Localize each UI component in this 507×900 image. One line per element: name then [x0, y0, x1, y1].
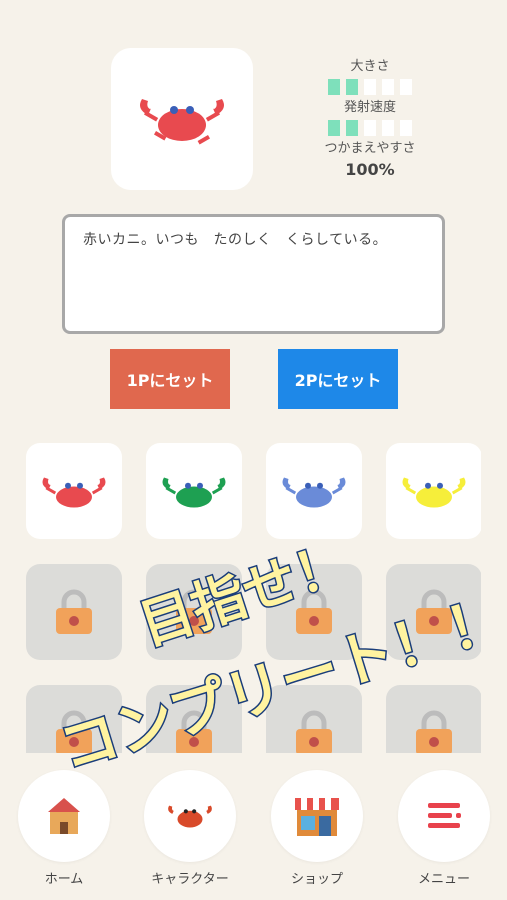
character-preview — [111, 48, 253, 190]
lock-icon — [416, 589, 452, 634]
locked-character-slot[interactable] — [146, 685, 242, 753]
lock-icon — [296, 710, 332, 753]
catch-label: つかまえやすさ — [324, 141, 416, 156]
blue-crab-icon — [282, 477, 346, 508]
locked-character-slot[interactable] — [266, 685, 362, 753]
locked-character-slot[interactable] — [386, 685, 481, 753]
set-2p-button[interactable]: 2Pにセット — [278, 349, 398, 409]
lock-icon — [176, 589, 212, 634]
nav-home-label: ホーム — [44, 872, 84, 887]
shop-icon — [295, 798, 339, 836]
nav-menu-label: メニュー — [417, 872, 470, 887]
character-grid — [26, 443, 481, 753]
yellow-crab-icon — [402, 477, 466, 508]
nav-menu[interactable]: メニュー — [398, 770, 490, 887]
yellow-crab-slot[interactable] — [386, 443, 481, 539]
locked-character-slot[interactable] — [26, 685, 122, 753]
red-crab-slot[interactable] — [26, 443, 122, 539]
green-crab-slot[interactable] — [146, 443, 242, 539]
red-crab-icon — [42, 477, 106, 508]
size-label: 大きさ — [350, 59, 390, 74]
size-meter — [305, 79, 435, 95]
nav-character-label: キャラクター — [151, 872, 229, 887]
fire-rate-meter — [305, 120, 435, 136]
lock-icon — [56, 589, 92, 634]
nav-home[interactable]: ホーム — [18, 770, 110, 887]
home-icon — [48, 798, 80, 834]
blue-crab-slot[interactable] — [266, 443, 362, 539]
character-description: 赤いカニ。いつも たのしく くらしている。 — [62, 214, 445, 334]
lock-icon — [416, 710, 452, 753]
crab-icon — [168, 805, 212, 828]
nav-character[interactable]: キャラクター — [144, 770, 236, 887]
locked-character-slot[interactable] — [386, 564, 481, 660]
catch-value: 100% — [345, 160, 395, 179]
locked-character-slot[interactable] — [26, 564, 122, 660]
lock-icon — [56, 710, 92, 753]
bottom-nav: ホーム キャラクター ショップ メニュー — [0, 770, 507, 900]
locked-character-slot[interactable] — [266, 564, 362, 660]
nav-shop[interactable]: ショップ — [271, 770, 363, 887]
red-crab-icon — [140, 99, 224, 145]
green-crab-icon — [162, 477, 226, 508]
character-stats: 大きさ 発射速度 つかまえやすさ 100% — [305, 58, 435, 179]
set-1p-button[interactable]: 1Pにセット — [110, 349, 230, 409]
nav-shop-label: ショップ — [290, 872, 343, 887]
lock-icon — [296, 589, 332, 634]
locked-character-slot[interactable] — [146, 564, 242, 660]
lock-icon — [176, 710, 212, 753]
menu-icon — [428, 803, 461, 828]
fire-rate-label: 発射速度 — [343, 100, 396, 115]
